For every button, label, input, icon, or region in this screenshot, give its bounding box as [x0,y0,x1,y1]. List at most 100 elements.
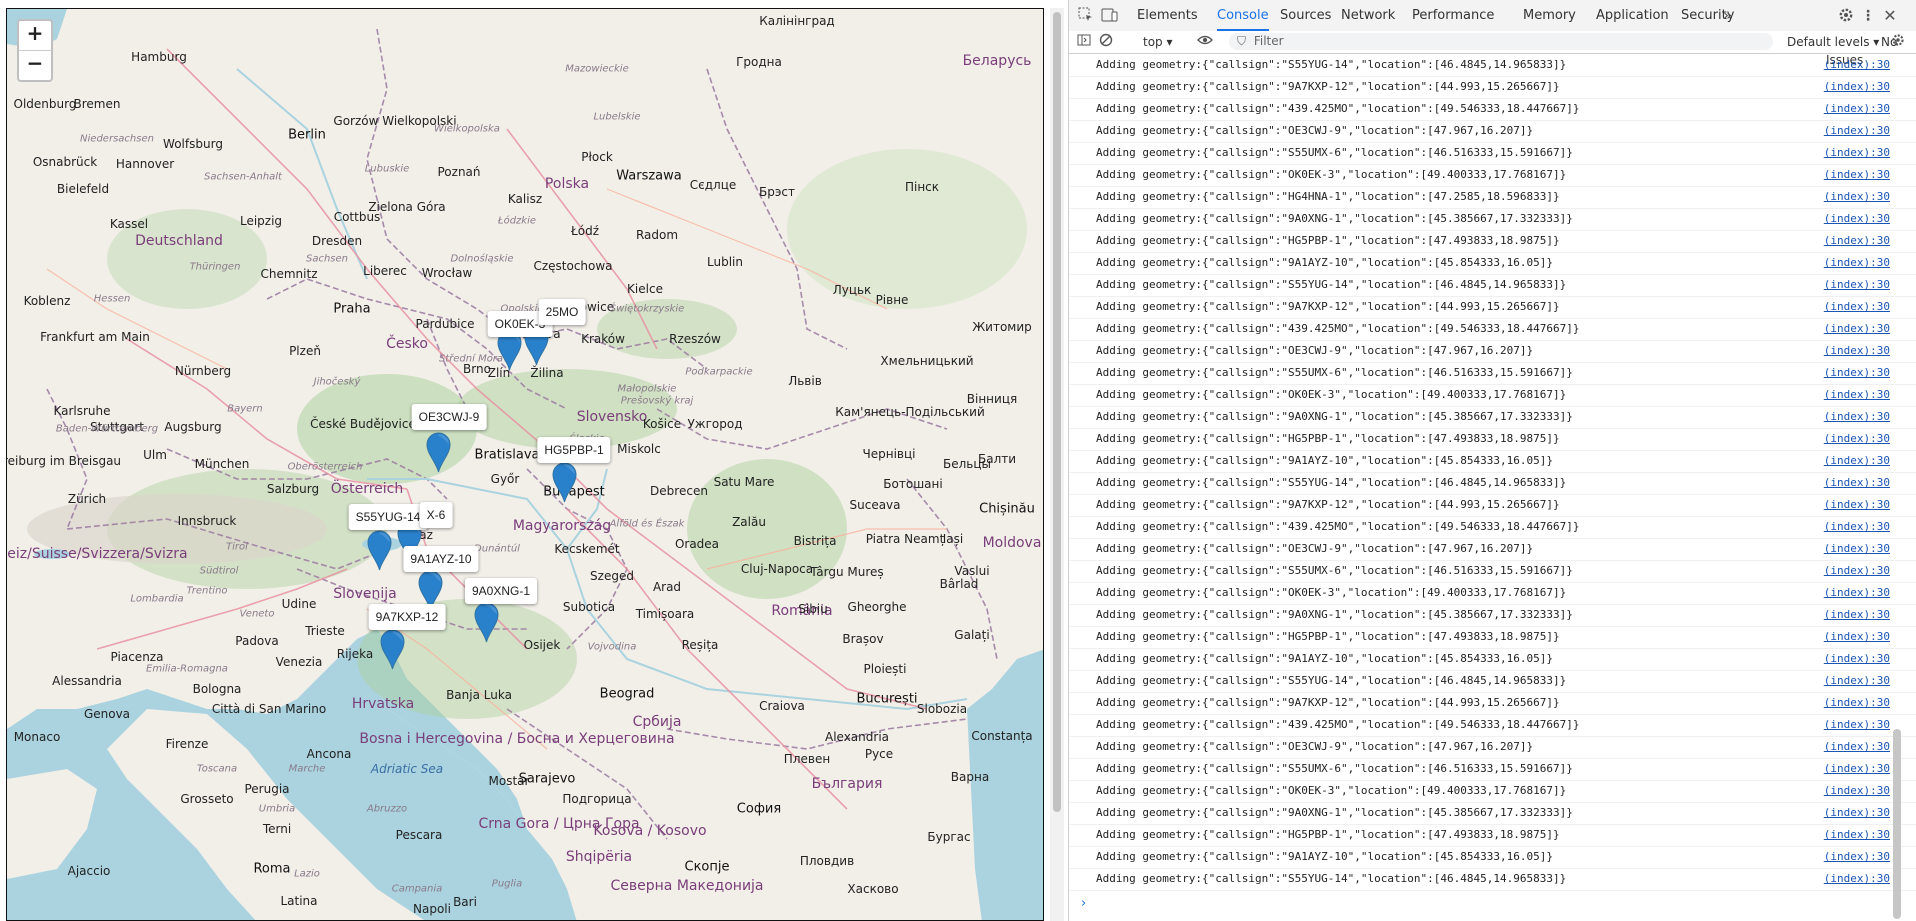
more-tabs-button[interactable]: » [1723,0,1732,31]
source-link[interactable]: (index):30 [1824,406,1890,428]
console-log-row: Adding geometry:{"callsign":"439.425MO",… [1069,98,1916,121]
console-log-row: Adding geometry:{"callsign":"OK0EK-3","l… [1069,582,1916,605]
source-link[interactable]: (index):30 [1824,164,1890,186]
leaflet-map[interactable]: Hamburg Bremen Berlin Hannover Wolfsburg Biel… [6,8,1044,921]
console-message: Adding geometry:{"callsign":"439.425MO",… [1096,718,1580,731]
source-link[interactable]: (index):30 [1824,692,1890,714]
console-settings-gear-icon[interactable] [1891,33,1905,52]
console-message: Adding geometry:{"callsign":"S55YUG-14",… [1096,58,1567,71]
source-link[interactable]: (index):30 [1824,736,1890,758]
source-link[interactable]: (index):30 [1824,340,1890,362]
marker-tooltip: 25MO [538,299,586,325]
more-options-icon[interactable]: ⋮ [1859,7,1877,25]
console-log-row: Adding geometry:{"callsign":"HG5PBP-1","… [1069,626,1916,649]
console-log-row: Adding geometry:{"callsign":"9A7KXP-12",… [1069,494,1916,517]
source-link[interactable]: (index):30 [1824,758,1890,780]
source-link[interactable]: (index):30 [1824,868,1890,890]
source-link[interactable]: (index):30 [1824,648,1890,670]
source-link[interactable]: (index):30 [1824,208,1890,230]
console-message: Adding geometry:{"callsign":"S55YUG-14",… [1096,872,1567,885]
sidebar-toggle-icon[interactable] [1077,33,1091,52]
device-toolbar-icon[interactable] [1101,7,1119,25]
source-link[interactable]: (index):30 [1824,142,1890,164]
source-link[interactable]: (index):30 [1824,252,1890,274]
source-link[interactable]: (index):30 [1824,516,1890,538]
console-message: Adding geometry:{"callsign":"439.425MO",… [1096,322,1580,335]
console-log-row: Adding geometry:{"callsign":"S55YUG-14",… [1069,54,1916,77]
source-link[interactable]: (index):30 [1824,582,1890,604]
source-link[interactable]: (index):30 [1824,54,1890,76]
source-link[interactable]: (index):30 [1824,802,1890,824]
context-dropdown-icon: ▾ [1166,35,1173,49]
source-link[interactable]: (index):30 [1824,538,1890,560]
map-marker-pin-icon[interactable] [367,530,392,571]
source-link[interactable]: (index):30 [1824,472,1890,494]
console-log-row: Adding geometry:{"callsign":"OE3CWJ-9","… [1069,538,1916,561]
console-scrollbar-thumb[interactable] [1893,729,1901,919]
source-link[interactable]: (index):30 [1824,186,1890,208]
console-message: Adding geometry:{"callsign":"OK0EK-3","l… [1096,388,1567,401]
source-link[interactable]: (index):30 [1824,384,1890,406]
filter-placeholder: Filter [1253,34,1284,48]
live-expression-eye-icon[interactable] [1197,33,1213,52]
console-message: Adding geometry:{"callsign":"9A7KXP-12",… [1096,300,1560,313]
map-marker-pin-icon[interactable] [380,629,405,670]
tab-network[interactable]: Network [1341,0,1395,31]
source-link[interactable]: (index):30 [1824,274,1890,296]
zoom-in-button[interactable]: + [19,21,51,50]
context-label: top [1143,35,1163,49]
console-toolbar: top ▾ ⛉ Filter Default levels ▾ No Issue… [1069,31,1916,67]
console-log-row: Adding geometry:{"callsign":"9A1AYZ-10",… [1069,648,1916,671]
page-scrollbar-thumb[interactable] [1053,12,1061,812]
console-filter-input[interactable]: ⛉ Filter [1229,33,1773,50]
close-devtools-icon[interactable]: ✕ [1881,7,1899,25]
console-message: Adding geometry:{"callsign":"9A0XNG-1","… [1096,212,1573,225]
source-link[interactable]: (index):30 [1824,362,1890,384]
console-scrollbar[interactable] [1893,54,1902,921]
source-link[interactable]: (index):30 [1824,714,1890,736]
console-log-row: Adding geometry:{"callsign":"S55YUG-14",… [1069,472,1916,495]
page-scrollbar[interactable] [1050,8,1064,921]
clear-console-icon[interactable] [1099,33,1113,52]
map-marker-pin-icon[interactable] [474,602,499,643]
inspect-element-icon[interactable] [1077,7,1095,25]
console-log-row: Adding geometry:{"callsign":"9A1AYZ-10",… [1069,252,1916,275]
zoom-out-button[interactable]: − [19,50,51,80]
console-message: Adding geometry:{"callsign":"9A7KXP-12",… [1096,80,1560,93]
tab-console[interactable]: Console [1217,0,1269,31]
map-marker-pin-icon[interactable] [426,432,451,473]
source-link[interactable]: (index):30 [1824,846,1890,868]
source-link[interactable]: (index):30 [1824,428,1890,450]
source-link[interactable]: (index):30 [1824,450,1890,472]
source-link[interactable]: (index):30 [1824,626,1890,648]
console-message: Adding geometry:{"callsign":"9A1AYZ-10",… [1096,850,1553,863]
source-link[interactable]: (index):30 [1824,318,1890,340]
source-link[interactable]: (index):30 [1824,560,1890,582]
source-link[interactable]: (index):30 [1824,120,1890,142]
tab-application[interactable]: Application [1596,0,1669,31]
console-log-row: Adding geometry:{"callsign":"OE3CWJ-9","… [1069,736,1916,759]
console-prompt[interactable]: › [1081,896,1086,911]
tab-elements[interactable]: Elements [1137,0,1198,31]
settings-gear-icon[interactable] [1837,7,1855,25]
tab-memory[interactable]: Memory [1523,0,1576,31]
source-link[interactable]: (index):30 [1824,230,1890,252]
context-selector[interactable]: top ▾ [1143,33,1173,51]
source-link[interactable]: (index):30 [1824,76,1890,98]
console-message: Adding geometry:{"callsign":"HG4HNA-1","… [1096,190,1560,203]
source-link[interactable]: (index):30 [1824,780,1890,802]
source-link[interactable]: (index):30 [1824,494,1890,516]
source-link[interactable]: (index):30 [1824,98,1890,120]
console-output[interactable]: Adding geometry:{"callsign":"S55YUG-14",… [1069,54,1916,921]
console-message: Adding geometry:{"callsign":"HG5PBP-1","… [1096,234,1560,247]
console-message: Adding geometry:{"callsign":"OE3CWJ-9","… [1096,740,1534,753]
tab-performance[interactable]: Performance [1412,0,1494,31]
source-link[interactable]: (index):30 [1824,604,1890,626]
map-marker-pin-icon[interactable] [552,462,577,503]
source-link[interactable]: (index):30 [1824,670,1890,692]
console-message: Adding geometry:{"callsign":"S55UMX-6","… [1096,762,1573,775]
console-message: Adding geometry:{"callsign":"439.425MO",… [1096,520,1580,533]
source-link[interactable]: (index):30 [1824,824,1890,846]
source-link[interactable]: (index):30 [1824,296,1890,318]
tab-sources[interactable]: Sources [1280,0,1331,31]
